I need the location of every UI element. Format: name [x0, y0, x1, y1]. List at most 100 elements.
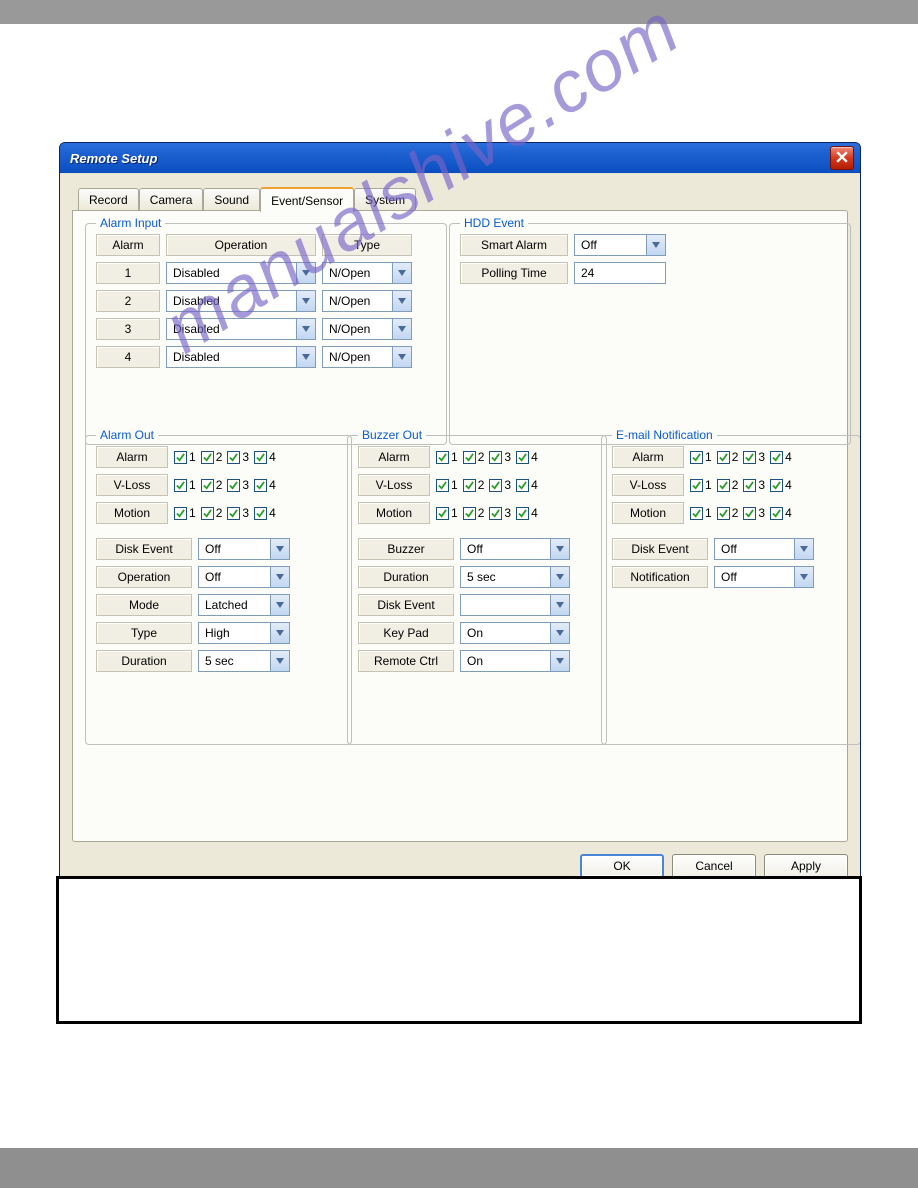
em-alarm-chk-2[interactable] [717, 451, 730, 464]
alarm-input-operation-1[interactable]: Disabled [166, 262, 316, 284]
chk-num: 3 [242, 506, 249, 520]
bo-vloss-chk-4[interactable] [516, 479, 529, 492]
legend-buzzer-out: Buzzer Out [358, 428, 426, 442]
alarm-input-operation-4[interactable]: Disabled [166, 346, 316, 368]
em-sel-disk-event[interactable]: Off [714, 538, 814, 560]
apply-button[interactable]: Apply [764, 854, 848, 878]
alarm-input-row-3: 3 Disabled N/Open [96, 318, 436, 340]
bo-sel-keypad[interactable]: On [460, 622, 570, 644]
ao-motion-chk-1[interactable] [174, 507, 187, 520]
ao-alarm-chk-3[interactable] [227, 451, 240, 464]
tab-sound[interactable]: Sound [203, 188, 260, 211]
em-vloss-chk-1[interactable] [690, 479, 703, 492]
groupbox-alarm-out: Alarm Out Alarm 1 2 3 4 V-Loss 1 [85, 435, 352, 745]
alarm-input-operation-3[interactable]: Disabled [166, 318, 316, 340]
ao-alarm-chk-4[interactable] [254, 451, 267, 464]
bo-row-motion-label: Motion [358, 502, 430, 524]
em-vloss-chk-2[interactable] [717, 479, 730, 492]
alarm-input-row-2: 2 Disabled N/Open [96, 290, 436, 312]
window-title: Remote Setup [70, 151, 157, 166]
alarm-input-type-3[interactable]: N/Open [322, 318, 412, 340]
ao-lbl-disk-event: Disk Event [96, 538, 192, 560]
bo-sel-disk-event[interactable] [460, 594, 570, 616]
em-vloss-chk-4[interactable] [770, 479, 783, 492]
bo-lbl-disk-event: Disk Event [358, 594, 454, 616]
bo-alarm-chk-3[interactable] [489, 451, 502, 464]
ao-vloss-checks: 1 2 3 4 [174, 478, 280, 492]
bo-vloss-chk-3[interactable] [489, 479, 502, 492]
em-alarm-chk-3[interactable] [743, 451, 756, 464]
ao-sel-type[interactable]: High [198, 622, 290, 644]
ao-vloss-chk-4[interactable] [254, 479, 267, 492]
chevron-down-icon [550, 567, 569, 587]
alarm-input-type-2[interactable]: N/Open [322, 290, 412, 312]
alarm-input-type-1[interactable]: N/Open [322, 262, 412, 284]
chevron-down-icon [550, 539, 569, 559]
em-motion-chk-1[interactable] [690, 507, 703, 520]
bo-motion-chk-3[interactable] [489, 507, 502, 520]
cancel-button[interactable]: Cancel [672, 854, 756, 878]
em-alarm-chk-1[interactable] [690, 451, 703, 464]
em-motion-chk-3[interactable] [743, 507, 756, 520]
alarm-input-operation-2[interactable]: Disabled [166, 290, 316, 312]
ao-vloss-chk-3[interactable] [227, 479, 240, 492]
chk-num: 2 [216, 506, 223, 520]
col-header-operation: Operation [166, 234, 316, 256]
chevron-down-icon [392, 291, 411, 311]
ao-alarm-chk-2[interactable] [201, 451, 214, 464]
chk-num: 3 [242, 450, 249, 464]
tab-record[interactable]: Record [78, 188, 139, 211]
col-header-type: Type [322, 234, 412, 256]
chk-num: 2 [216, 450, 223, 464]
ao-sel-operation[interactable]: Off [198, 566, 290, 588]
chevron-down-icon [392, 263, 411, 283]
em-row-vloss-label: V-Loss [612, 474, 684, 496]
alarm-input-type-4[interactable]: N/Open [322, 346, 412, 368]
ao-vloss-chk-2[interactable] [201, 479, 214, 492]
ao-motion-chk-3[interactable] [227, 507, 240, 520]
bo-motion-chk-4[interactable] [516, 507, 529, 520]
select-smart-alarm[interactable]: Off [574, 234, 666, 256]
chevron-down-icon [794, 539, 813, 559]
em-vloss-chk-3[interactable] [743, 479, 756, 492]
em-motion-chk-2[interactable] [717, 507, 730, 520]
groupbox-buzzer-out: Buzzer Out Alarm 1 2 3 4 V-Loss 1 [347, 435, 607, 745]
chevron-down-icon [646, 235, 665, 255]
bo-lbl-remote: Remote Ctrl [358, 650, 454, 672]
em-alarm-chk-4[interactable] [770, 451, 783, 464]
bo-alarm-chk-4[interactable] [516, 451, 529, 464]
alarm-input-row-1: 1 Disabled N/Open [96, 262, 436, 284]
chk-num: 1 [189, 478, 196, 492]
bo-motion-chk-2[interactable] [463, 507, 476, 520]
close-button[interactable] [830, 146, 854, 170]
ao-sel-duration[interactable]: 5 sec [198, 650, 290, 672]
chevron-down-icon [296, 319, 315, 339]
bo-vloss-chk-2[interactable] [463, 479, 476, 492]
chevron-down-icon [296, 347, 315, 367]
tab-event-sensor[interactable]: Event/Sensor [260, 187, 354, 212]
ao-row-alarm-label: Alarm [96, 446, 168, 468]
bo-sel-buzzer[interactable]: Off [460, 538, 570, 560]
ao-alarm-chk-1[interactable] [174, 451, 187, 464]
bo-motion-chk-1[interactable] [436, 507, 449, 520]
bo-sel-remote[interactable]: On [460, 650, 570, 672]
ao-vloss-chk-1[interactable] [174, 479, 187, 492]
ao-motion-chk-2[interactable] [201, 507, 214, 520]
em-sel-notification[interactable]: Off [714, 566, 814, 588]
legend-hdd-event: HDD Event [460, 216, 528, 230]
ao-sel-mode[interactable]: Latched [198, 594, 290, 616]
bo-alarm-chk-2[interactable] [463, 451, 476, 464]
tab-camera[interactable]: Camera [139, 188, 204, 211]
bo-row-vloss-label: V-Loss [358, 474, 430, 496]
bo-sel-duration[interactable]: 5 sec [460, 566, 570, 588]
tab-system[interactable]: System [354, 188, 416, 211]
ao-sel-disk-event[interactable]: Off [198, 538, 290, 560]
ok-button[interactable]: OK [580, 854, 664, 878]
bo-alarm-chk-1[interactable] [436, 451, 449, 464]
em-motion-chk-4[interactable] [770, 507, 783, 520]
page-header-band [0, 0, 918, 24]
bo-vloss-chk-1[interactable] [436, 479, 449, 492]
chk-num: 3 [242, 478, 249, 492]
input-polling-time[interactable]: 24 [574, 262, 666, 284]
ao-motion-chk-4[interactable] [254, 507, 267, 520]
